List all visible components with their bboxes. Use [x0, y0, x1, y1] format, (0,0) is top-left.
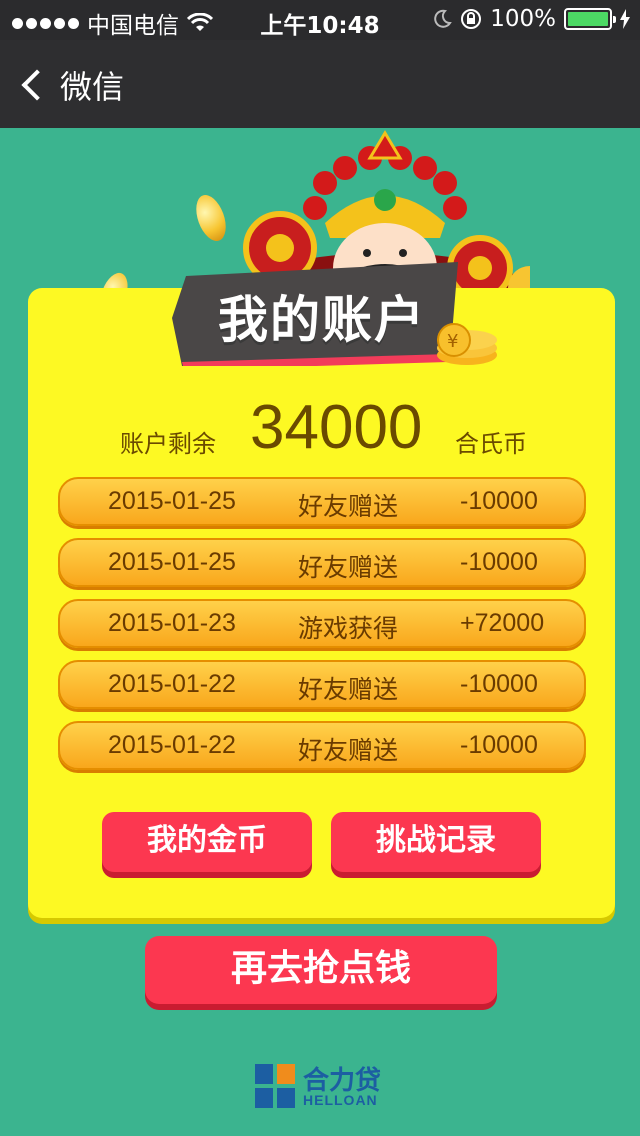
transaction-date: 2015-01-25: [108, 487, 236, 515]
transaction-amount: +72000: [460, 609, 545, 637]
charging-icon: [620, 9, 630, 29]
transaction-row: 2015-01-23 游戏获得 +72000: [58, 599, 586, 648]
transaction-row: 2015-01-22 好友赠送 -10000: [58, 660, 586, 709]
challenge-records-button[interactable]: 挑战记录: [331, 812, 541, 872]
transaction-type: 好友赠送: [298, 553, 399, 582]
transaction-type: 好友赠送: [298, 492, 399, 521]
status-bar: 中国电信 上午10:48 100%: [0, 0, 640, 40]
transaction-amount: -10000: [460, 548, 538, 576]
back-label: 微信: [60, 68, 125, 106]
transaction-row: 2015-01-25 好友赠送 -10000: [58, 538, 586, 587]
helloan-logo-mark: [255, 1064, 295, 1108]
transaction-amount: -10000: [460, 670, 538, 698]
logo-en-text: HELLOAN: [303, 1092, 378, 1108]
transaction-row: 2015-01-22 好友赠送 -10000: [58, 721, 586, 770]
transaction-date: 2015-01-22: [108, 670, 236, 698]
back-button[interactable]: 微信: [18, 62, 124, 108]
svg-text:¥: ¥: [447, 331, 458, 352]
balance-unit: 合氏币: [455, 430, 527, 458]
transaction-amount: -10000: [460, 731, 538, 759]
balance-value: 34000: [250, 393, 423, 462]
balance-label: 账户剩余: [120, 430, 216, 458]
transaction-date: 2015-01-23: [108, 609, 236, 637]
transaction-type: 游戏获得: [298, 614, 399, 643]
transaction-amount: -10000: [460, 487, 538, 515]
transaction-type: 好友赠送: [298, 675, 399, 704]
nav-bar: 微信: [0, 40, 640, 128]
rotation-lock-icon: [461, 9, 482, 29]
battery-fill: [568, 12, 608, 26]
battery-percent: 100%: [490, 6, 556, 32]
chevron-left-icon: [21, 69, 53, 101]
transaction-list: 2015-01-25 好友赠送 -10000 2015-01-25 好友赠送 -…: [58, 477, 586, 782]
transaction-row: 2015-01-25 好友赠送 -10000: [58, 477, 586, 526]
coin-stack-icon: ¥: [437, 323, 497, 365]
helloan-logo: 合力贷 HELLOAN: [255, 1060, 395, 1110]
transaction-type: 好友赠送: [298, 736, 399, 765]
transaction-date: 2015-01-22: [108, 731, 236, 759]
transaction-date: 2015-01-25: [108, 548, 236, 576]
status-right: 100%: [432, 6, 630, 32]
moon-icon: [434, 9, 453, 28]
floating-coin-icon: [190, 191, 232, 245]
my-coins-button[interactable]: 我的金币: [102, 812, 312, 872]
go-again-button[interactable]: 再去抢点钱: [145, 936, 497, 1004]
battery-icon: [564, 8, 616, 30]
balance-row: 账户剩余 34000 合氏币: [0, 392, 640, 472]
